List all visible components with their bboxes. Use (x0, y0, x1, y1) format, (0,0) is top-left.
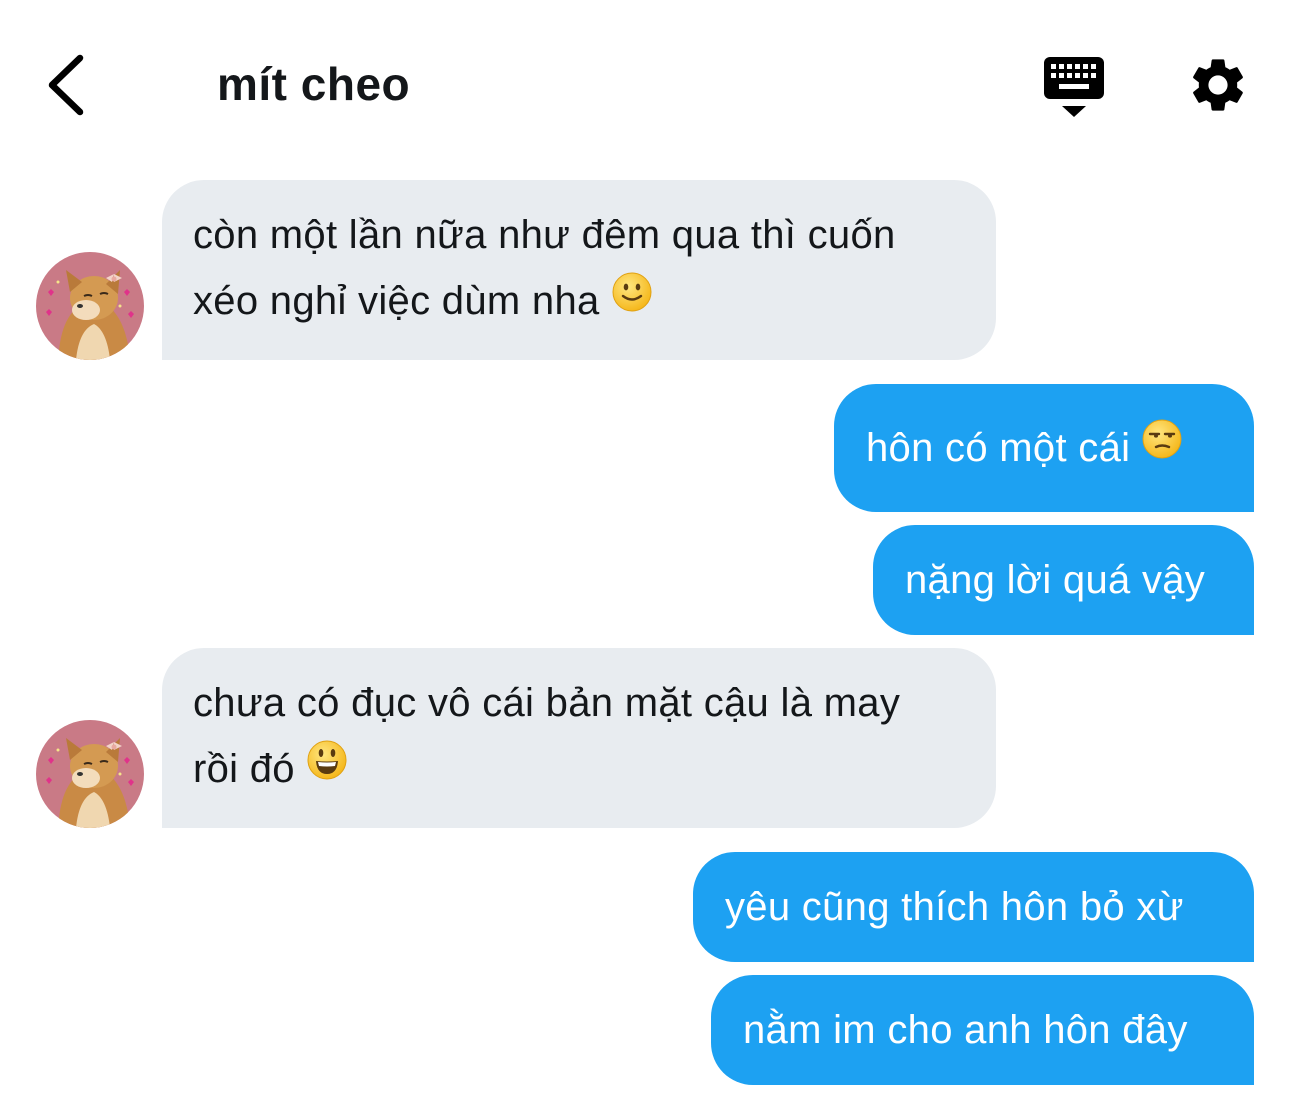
slightly-smiling-face-icon (612, 266, 652, 332)
message-line: rồi đó (193, 747, 295, 791)
keyboard-button[interactable] (1040, 54, 1108, 120)
back-button[interactable] (36, 50, 100, 120)
grinning-face-icon (307, 734, 347, 800)
settings-button[interactable] (1186, 53, 1250, 117)
message-line: còn một lần nữa như đêm qua thì cuốn (193, 213, 896, 257)
gear-icon (1193, 59, 1243, 111)
message-line-with-emoji: rồi đó (193, 736, 966, 802)
message-text: hôn có một cái (866, 426, 1131, 470)
message-line: xéo nghỉ việc dùm nha (193, 279, 600, 323)
outgoing-message[interactable]: yêu cũng thích hôn bỏ xừ (693, 852, 1254, 962)
conversation-title: mít cheo (217, 58, 411, 110)
keyboard-icon (1044, 57, 1104, 117)
chevron-left-icon (48, 54, 84, 116)
message-text: nặng lời quá vậy (905, 558, 1206, 602)
dog-avatar-image (36, 720, 144, 828)
outgoing-message[interactable]: nặng lời quá vậy (873, 525, 1254, 635)
unamused-face-icon (1142, 382, 1182, 510)
chat-screen: mít cheo còn một lần nữa như đêm qua thì… (0, 0, 1290, 1097)
message-line: chưa có đục vô cái bản mặt cậu là may (193, 681, 901, 725)
dog-avatar-image (36, 252, 144, 360)
contact-avatar[interactable] (36, 720, 144, 828)
message-text: nằm im cho anh hôn đây (743, 1008, 1188, 1052)
outgoing-message[interactable]: hôn có một cái (834, 384, 1254, 512)
incoming-message[interactable]: còn một lần nữa như đêm qua thì cuốn xéo… (162, 180, 996, 360)
outgoing-message[interactable]: nằm im cho anh hôn đây (711, 975, 1254, 1085)
message-line-with-emoji: xéo nghỉ việc dùm nha (193, 268, 966, 334)
incoming-message[interactable]: chưa có đục vô cái bản mặt cậu là may rồ… (162, 648, 996, 828)
contact-avatar[interactable] (36, 252, 144, 360)
message-text: yêu cũng thích hôn bỏ xừ (725, 885, 1184, 929)
